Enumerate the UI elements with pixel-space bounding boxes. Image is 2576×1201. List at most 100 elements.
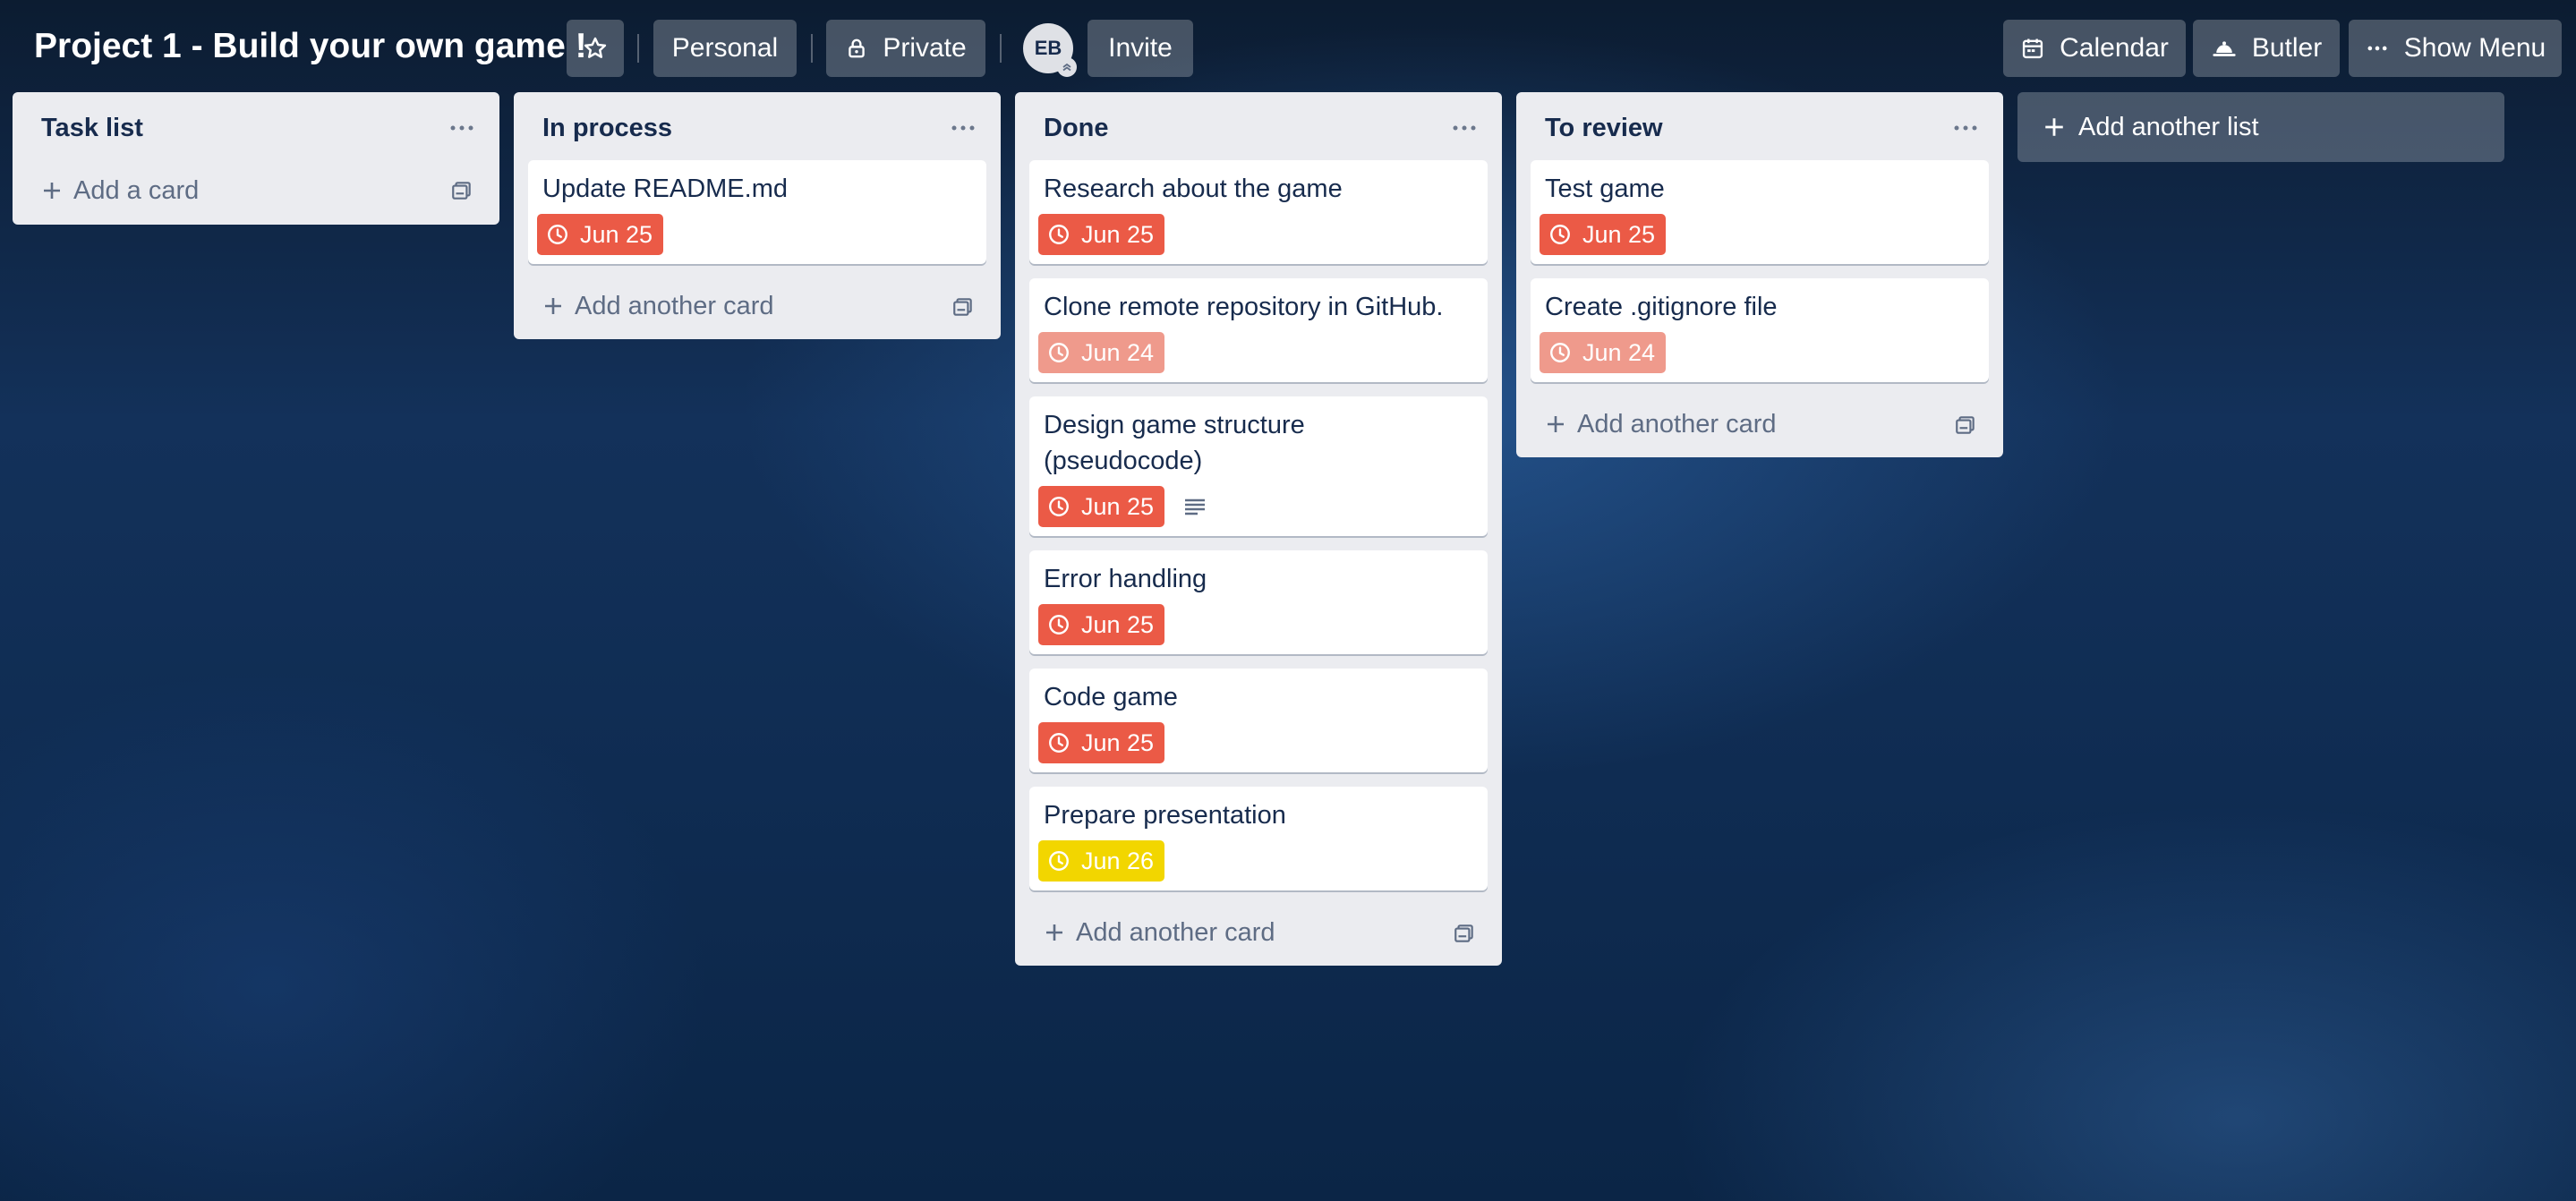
add-card-label: Add another card	[575, 291, 774, 320]
card[interactable]: Code game Jun 25	[1029, 669, 1488, 772]
list-title[interactable]: To review	[1545, 110, 1663, 146]
list-header: To review	[1531, 92, 1989, 160]
plus-icon	[2045, 118, 2063, 136]
calendar-label: Calendar	[2060, 33, 2169, 63]
due-date-label: Jun 25	[1081, 492, 1155, 520]
due-date-badge[interactable]: Jun 24	[1540, 332, 1667, 373]
clock-icon	[1550, 343, 1570, 362]
show-menu-label: Show Menu	[2403, 33, 2546, 63]
add-card-button[interactable]: Add a card	[27, 157, 485, 225]
card-badges: Jun 25	[1038, 604, 1473, 645]
card[interactable]: Create .gitignore file Jun 24	[1531, 278, 1989, 382]
list-done: Done Research about the game Jun 25 Clon…	[1015, 92, 1502, 966]
list-title[interactable]: Done	[1044, 110, 1109, 146]
list-menu-button[interactable]	[444, 110, 480, 146]
more-dots-icon	[1453, 125, 1476, 131]
list-in-process: In process Update README.md Jun 25 Add a…	[514, 92, 1001, 339]
member-initials: EB	[1034, 37, 1062, 59]
add-card-label: Add another card	[1076, 917, 1275, 947]
card[interactable]: Update README.md Jun 25	[528, 160, 986, 264]
card-title: Code game	[1044, 683, 1178, 711]
due-date-label: Jun 25	[1081, 610, 1155, 638]
card-title: Clone remote repository in GitHub.	[1044, 293, 1444, 321]
show-menu-button[interactable]: Show Menu	[2349, 20, 2562, 77]
member-avatar[interactable]: EB	[1023, 23, 1077, 77]
due-date-label: Jun 25	[580, 220, 653, 248]
list-to-review: To review Test game Jun 25 Create .gitig…	[1516, 92, 2003, 457]
list-menu-button[interactable]	[1446, 110, 1482, 146]
card-title: Update README.md	[542, 175, 788, 203]
card[interactable]: Prepare presentation Jun 26	[1029, 787, 1488, 890]
clock-icon	[1550, 225, 1570, 244]
card-template-icon[interactable]	[448, 176, 476, 205]
due-date-badge[interactable]: Jun 24	[1038, 332, 1165, 373]
list-menu-button[interactable]	[945, 110, 981, 146]
due-date-badge[interactable]: Jun 25	[1540, 214, 1667, 255]
list-title[interactable]: Task list	[41, 110, 143, 146]
star-button[interactable]	[567, 20, 624, 77]
butler-bell-icon	[2213, 41, 2236, 56]
due-date-label: Jun 25	[1582, 220, 1656, 248]
card-template-icon[interactable]	[1951, 411, 1980, 439]
card-badges: Jun 24	[1038, 332, 1473, 373]
card-title: Test game	[1545, 175, 1665, 203]
card-badges: Jun 25	[1540, 214, 1975, 255]
card-badges: Jun 25	[1038, 486, 1473, 527]
due-date-label: Jun 24	[1582, 338, 1656, 366]
list-menu-button[interactable]	[1948, 110, 1983, 146]
calendar-button[interactable]: Calendar	[2003, 20, 2186, 77]
more-dots-icon	[951, 125, 975, 131]
add-list-button[interactable]: Add another list	[2017, 92, 2504, 162]
due-date-badge[interactable]: Jun 25	[1038, 604, 1165, 645]
due-date-label: Jun 26	[1081, 847, 1155, 874]
privacy-label: Private	[883, 33, 967, 63]
description-icon	[1182, 496, 1207, 517]
list-title[interactable]: In process	[542, 110, 672, 146]
card[interactable]: Clone remote repository in GitHub. Jun 2…	[1029, 278, 1488, 382]
card-title: Research about the game	[1044, 175, 1343, 203]
invite-label: Invite	[1108, 33, 1173, 63]
board-title[interactable]: Project 1 - Build your own game !	[34, 23, 587, 70]
list-header: In process	[528, 92, 986, 160]
calendar-icon	[2023, 38, 2043, 59]
list-header: Task list	[27, 92, 485, 160]
invite-button[interactable]: Invite	[1088, 20, 1193, 77]
card-title: Create .gitignore file	[1545, 293, 1778, 321]
card-title: Error handling	[1044, 565, 1207, 593]
plus-icon	[1545, 413, 1566, 435]
butler-label: Butler	[2251, 33, 2323, 63]
card[interactable]: Design game structure (pseudocode) Jun 2…	[1029, 396, 1488, 536]
clock-icon	[1049, 225, 1069, 244]
team-visibility-button[interactable]: Personal	[653, 20, 797, 77]
board-header: Project 1 - Build your own game ! Person…	[0, 0, 2576, 93]
add-card-button[interactable]: Add another card	[1531, 391, 1989, 457]
header-divider	[637, 34, 639, 63]
header-divider	[1000, 34, 1002, 63]
header-divider	[811, 34, 813, 63]
plus-icon	[1044, 922, 1065, 943]
due-date-badge[interactable]: Jun 26	[1038, 840, 1165, 882]
card-badges: Jun 24	[1540, 332, 1975, 373]
due-date-badge[interactable]: Jun 25	[1038, 486, 1165, 527]
add-card-label: Add another card	[1577, 409, 1777, 439]
card-template-icon[interactable]	[1450, 919, 1479, 948]
butler-button[interactable]: Butler	[2193, 20, 2340, 77]
due-date-badge[interactable]: Jun 25	[537, 214, 664, 255]
card[interactable]: Error handling Jun 25	[1029, 550, 1488, 654]
plus-icon	[542, 295, 564, 317]
list-header: Done	[1029, 92, 1488, 160]
add-card-button[interactable]: Add another card	[1029, 899, 1488, 966]
due-date-badge[interactable]: Jun 25	[1038, 722, 1165, 763]
card-badges: Jun 25	[1038, 722, 1473, 763]
lock-icon	[849, 38, 866, 58]
clock-icon	[1049, 497, 1069, 516]
add-card-button[interactable]: Add another card	[528, 273, 986, 339]
card[interactable]: Research about the game Jun 25	[1029, 160, 1488, 264]
privacy-button[interactable]: Private	[826, 20, 985, 77]
card-template-icon[interactable]	[949, 293, 977, 321]
due-date-label: Jun 24	[1081, 338, 1155, 366]
card-title: Prepare presentation	[1044, 801, 1286, 830]
card-badges: Jun 26	[1038, 840, 1473, 882]
due-date-badge[interactable]: Jun 25	[1038, 214, 1165, 255]
card[interactable]: Test game Jun 25	[1531, 160, 1989, 264]
